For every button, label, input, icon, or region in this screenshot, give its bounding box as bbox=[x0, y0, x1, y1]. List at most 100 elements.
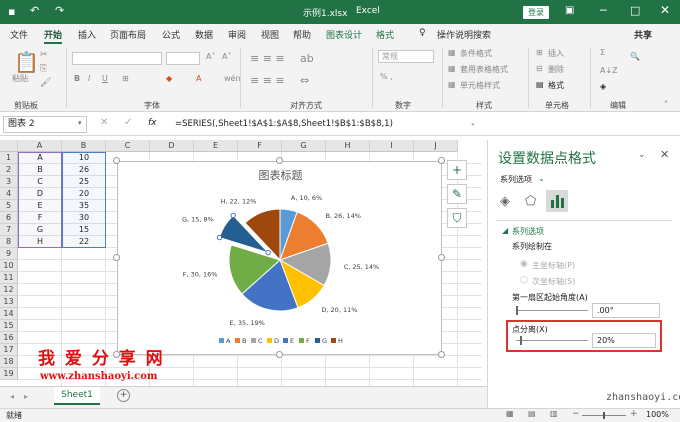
row-header[interactable]: 7 bbox=[0, 224, 18, 236]
row-header[interactable]: 4 bbox=[0, 188, 18, 200]
angle-slider-thumb[interactable] bbox=[516, 306, 518, 315]
angle-slider[interactable] bbox=[516, 310, 588, 311]
chart-styles-button[interactable]: ✎ bbox=[447, 184, 467, 204]
row-header[interactable]: 10 bbox=[0, 260, 18, 272]
page-break-view-icon[interactable]: ▥ bbox=[550, 409, 558, 418]
row-header[interactable]: 5 bbox=[0, 200, 18, 212]
maximize-icon[interactable]: □ bbox=[630, 4, 640, 17]
legend-entry[interactable]: B bbox=[242, 337, 246, 345]
row-header[interactable]: 6 bbox=[0, 212, 18, 224]
pie-chart[interactable]: 图表标题 A, 10, 6% B, 26, 14% C, 25, 14% D, 20, … bbox=[117, 161, 442, 355]
cancel-icon[interactable]: ✕ bbox=[100, 117, 108, 128]
minimize-icon[interactable]: ─ bbox=[600, 4, 607, 17]
resize-handle[interactable] bbox=[276, 351, 283, 358]
data-label[interactable]: H, 22, 12% bbox=[221, 198, 257, 206]
delete-cells-icon[interactable]: ⊟ bbox=[536, 64, 543, 73]
cell-style-label[interactable]: 单元格样式 bbox=[460, 80, 500, 91]
paste-icon[interactable]: 📋 bbox=[14, 50, 39, 74]
slice-selection-handle[interactable] bbox=[265, 249, 271, 256]
legend-entry[interactable]: F bbox=[306, 337, 310, 345]
formula-input[interactable]: =SERIES(,Sheet1!$A$1:$A$8,Sheet1!$B$1:$B… bbox=[175, 119, 393, 129]
series-options-dropdown[interactable]: 系列选项 bbox=[500, 174, 532, 185]
redo-icon[interactable]: ↷ bbox=[55, 4, 64, 17]
resize-handle[interactable] bbox=[438, 351, 445, 358]
format-cells-label[interactable]: 格式 bbox=[548, 80, 564, 91]
pane-options-icon[interactable]: ⌄ bbox=[638, 150, 646, 160]
explosion-input[interactable]: 20% bbox=[592, 333, 656, 348]
name-box[interactable]: 图表 2 bbox=[3, 116, 87, 133]
legend-entry[interactable]: H bbox=[338, 337, 343, 345]
fill-line-icon[interactable]: ◈ bbox=[500, 194, 510, 209]
resize-handle[interactable] bbox=[113, 254, 120, 261]
expand-formula-icon[interactable]: ⌄ bbox=[470, 119, 476, 127]
paste-label[interactable]: 粘贴 bbox=[12, 73, 28, 84]
insert-cells-label[interactable]: 插入 bbox=[548, 48, 564, 59]
tab-page-layout[interactable]: 页面布局 bbox=[110, 28, 146, 41]
row-header[interactable]: 18 bbox=[0, 356, 18, 368]
column-header[interactable]: E bbox=[194, 140, 238, 152]
italic-icon[interactable]: I bbox=[88, 74, 90, 83]
sheet-tab-sheet1[interactable]: Sheet1 bbox=[54, 387, 100, 405]
share-button[interactable]: 共享 bbox=[634, 28, 652, 41]
column-header[interactable]: C bbox=[106, 140, 150, 152]
scroll-left-icon[interactable]: ◂ bbox=[10, 392, 14, 401]
enter-icon[interactable]: ✓ bbox=[124, 117, 132, 128]
row-header[interactable]: 17 bbox=[0, 344, 18, 356]
row-header[interactable]: 8 bbox=[0, 236, 18, 248]
legend-entry[interactable]: A bbox=[226, 337, 231, 345]
bold-icon[interactable]: B bbox=[74, 74, 80, 83]
data-label[interactable]: B, 26, 14% bbox=[325, 212, 360, 220]
column-header[interactable]: F bbox=[238, 140, 282, 152]
tab-help[interactable]: 帮助 bbox=[293, 28, 311, 41]
series-options-tab[interactable] bbox=[546, 190, 568, 212]
legend-entry[interactable]: D bbox=[274, 337, 279, 345]
select-all-corner[interactable] bbox=[0, 140, 18, 152]
tab-data[interactable]: 数据 bbox=[195, 28, 213, 41]
resize-handle[interactable] bbox=[438, 254, 445, 261]
explosion-slider[interactable] bbox=[516, 340, 588, 341]
chart-filters-button[interactable]: ⛉ bbox=[447, 208, 467, 228]
find-icon[interactable]: 🔍 bbox=[630, 52, 640, 61]
merge-icon[interactable]: ⇔ bbox=[300, 74, 309, 87]
pie-chart-svg[interactable]: 图表标题 A, 10, 6% B, 26, 14% C, 25, 14% D, 20, … bbox=[118, 162, 443, 356]
data-label[interactable]: E, 35, 19% bbox=[230, 319, 265, 327]
sum-icon[interactable]: Σ bbox=[600, 48, 605, 57]
delete-cells-label[interactable]: 删除 bbox=[548, 64, 564, 75]
legend-entry[interactable]: G bbox=[322, 337, 327, 345]
tab-insert[interactable]: 插入 bbox=[78, 28, 96, 41]
legend-entry[interactable]: E bbox=[290, 337, 294, 345]
font-size-box[interactable] bbox=[166, 52, 200, 65]
align-center-icon[interactable]: ≡ ≡ ≡ bbox=[250, 74, 285, 87]
tab-formulas[interactable]: 公式 bbox=[162, 28, 180, 41]
row-header[interactable]: 11 bbox=[0, 272, 18, 284]
normal-view-icon[interactable]: ▦ bbox=[506, 409, 514, 418]
pane-close-icon[interactable]: ✕ bbox=[660, 148, 669, 161]
name-box-dropdown-icon[interactable]: ▾ bbox=[78, 119, 82, 127]
format-painter-icon[interactable]: 🖌 bbox=[40, 78, 51, 88]
sort-icon[interactable]: A↓Z bbox=[600, 66, 618, 75]
close-icon[interactable]: ✕ bbox=[660, 3, 670, 17]
data-label[interactable]: A, 10, 6% bbox=[291, 194, 322, 202]
wrap-icon[interactable]: ab bbox=[300, 52, 314, 65]
tab-file[interactable]: 文件 bbox=[10, 28, 28, 41]
slice-selection-handle[interactable] bbox=[230, 212, 236, 219]
data-label[interactable]: D, 20, 11% bbox=[321, 306, 357, 314]
row-header[interactable]: 15 bbox=[0, 320, 18, 332]
scroll-right-icon[interactable]: ▸ bbox=[24, 392, 28, 401]
row-header[interactable]: 13 bbox=[0, 296, 18, 308]
add-sheet-button[interactable]: + bbox=[117, 389, 130, 402]
page-layout-view-icon[interactable]: ▤ bbox=[528, 409, 536, 418]
resize-handle[interactable] bbox=[276, 157, 283, 164]
table-format-icon[interactable]: ▦ bbox=[448, 64, 456, 73]
column-header[interactable]: B bbox=[62, 140, 106, 152]
column-header[interactable]: I bbox=[370, 140, 414, 152]
chevron-down-icon[interactable]: ⌄ bbox=[538, 174, 545, 183]
data-label[interactable]: C, 25, 14% bbox=[344, 263, 380, 271]
tab-format[interactable]: 格式 bbox=[376, 28, 394, 41]
column-header[interactable]: J bbox=[414, 140, 458, 152]
chart-title[interactable]: 图表标题 bbox=[259, 168, 303, 182]
column-header[interactable]: A bbox=[18, 140, 62, 152]
phonetic-icon[interactable]: wén bbox=[224, 74, 241, 83]
tab-view[interactable]: 视图 bbox=[261, 28, 279, 41]
shrink-font-icon[interactable]: A˅ bbox=[222, 52, 231, 61]
